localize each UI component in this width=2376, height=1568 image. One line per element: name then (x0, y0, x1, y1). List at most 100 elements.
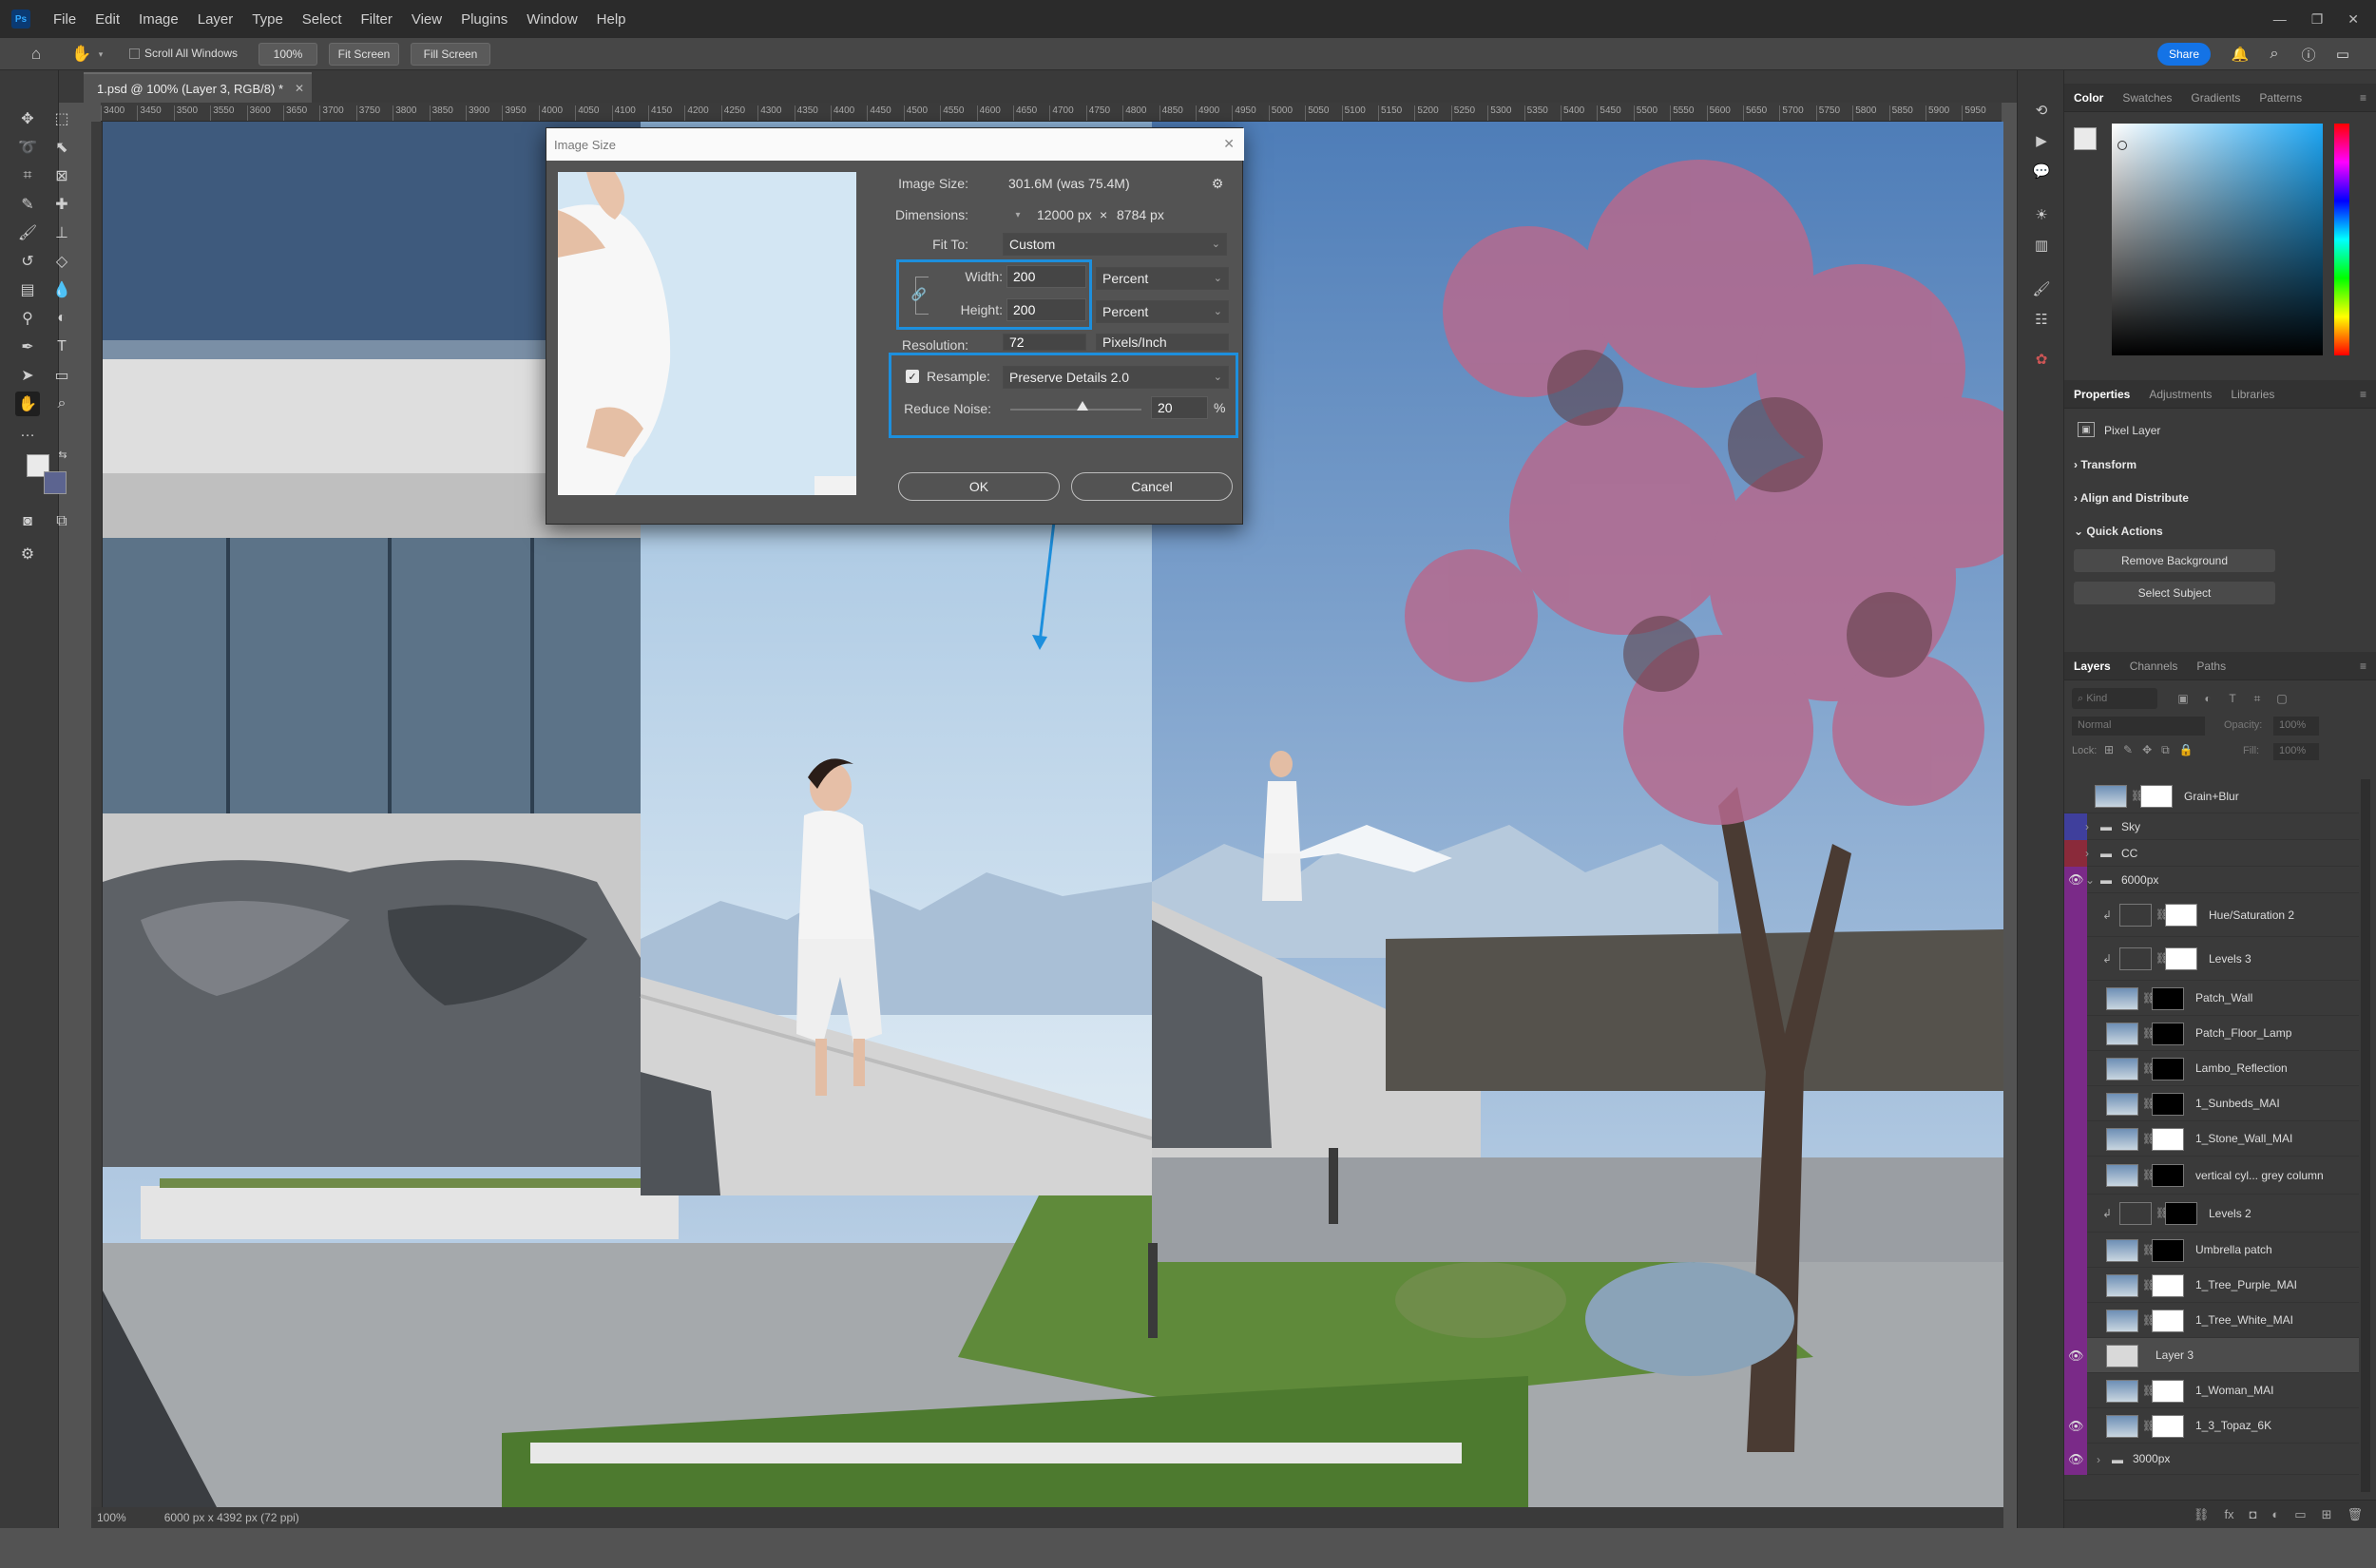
layer-row[interactable]: ⛓ 1_Tree_Purple_MAI (2064, 1268, 2359, 1303)
gradient-tool-icon[interactable]: ▤ (15, 277, 40, 302)
visibility-toggle[interactable] (2068, 1384, 2083, 1399)
tab-adjustments[interactable]: Adjustments (2139, 388, 2221, 401)
fit-screen-button[interactable]: Fit Screen (329, 43, 399, 66)
mask-link-icon[interactable]: ⛓ (2156, 952, 2169, 965)
mask-link-icon[interactable]: ⛓ (2142, 1314, 2156, 1327)
mask-link-icon[interactable]: ⛓ (2156, 1207, 2169, 1219)
layer-mask-thumbnail[interactable] (2165, 1202, 2197, 1225)
menu-plugins[interactable]: Plugins (451, 11, 517, 28)
layer-row[interactable]: ⛓ Grain+Blur (2064, 779, 2359, 813)
histogram-panel-icon[interactable]: ▥ (2030, 234, 2053, 257)
visibility-toggle[interactable] (2068, 1097, 2083, 1112)
quick-actions-section[interactable]: ⌄ Quick Actions (2074, 525, 2163, 538)
group-collapsed-chevron-icon[interactable]: › (2085, 847, 2089, 860)
maximize-icon[interactable]: ❐ (2311, 11, 2324, 28)
ok-button[interactable]: OK (898, 472, 1060, 501)
pen-tool-icon[interactable]: ✒ (15, 335, 40, 359)
more-tools-icon[interactable]: … (15, 420, 40, 445)
layer-thumbnail[interactable] (2106, 1273, 2138, 1297)
screen-mode-icon[interactable]: ⧉ (49, 509, 74, 534)
layer-row[interactable]: ⛓ vertical cyl... grey column (2064, 1157, 2359, 1195)
background-color-swatch[interactable] (44, 471, 67, 494)
reduce-noise-slider-thumb[interactable] (1076, 401, 1088, 411)
brush-settings-icon[interactable]: 🖌 (2030, 277, 2053, 300)
frame-tool-icon[interactable]: ⊠ (49, 163, 74, 188)
hand-tool-icon[interactable]: ✋ (70, 44, 93, 65)
settings-gear-icon[interactable]: ⚙ (1208, 174, 1227, 193)
visibility-eye-icon[interactable]: 👁 (2068, 1419, 2084, 1434)
mask-link-icon[interactable]: ⛓ (2131, 790, 2144, 802)
mask-link-icon[interactable]: ⛓ (2142, 1027, 2156, 1040)
menu-file[interactable]: File (44, 11, 86, 28)
menu-type[interactable]: Type (242, 11, 293, 28)
adjustment-layer-icon[interactable] (2119, 904, 2152, 927)
layer-thumbnail[interactable] (2106, 1022, 2138, 1045)
zoom-tool-icon[interactable]: ⌕ (49, 392, 74, 416)
type-tool-icon[interactable]: T (49, 335, 74, 359)
mask-link-icon[interactable]: ⛓ (2142, 1420, 2156, 1432)
close-window-icon[interactable]: ✕ (2347, 11, 2359, 28)
dialog-close-icon[interactable]: ✕ (1223, 136, 1235, 152)
fit-to-select[interactable]: Custom ⌄ (1003, 233, 1227, 256)
visibility-toggle[interactable] (2068, 908, 2083, 923)
visibility-toggle[interactable] (2068, 1132, 2083, 1147)
layer-mask-thumbnail[interactable] (2152, 1273, 2184, 1297)
layers-scrollbar[interactable] (2361, 779, 2370, 1492)
layer-row[interactable]: 👁 › ▬ 3000px (2064, 1444, 2359, 1475)
visibility-toggle[interactable] (2068, 991, 2083, 1006)
filter-shape-icon[interactable]: ⌗ (2249, 690, 2266, 707)
color-picker-field[interactable] (2112, 124, 2323, 355)
eraser-tool-icon[interactable]: ◇ (49, 249, 74, 274)
visibility-eye-icon[interactable]: 👁 (2068, 1452, 2084, 1467)
menu-image[interactable]: Image (129, 11, 188, 28)
layer-mask-thumbnail[interactable] (2152, 1127, 2184, 1151)
resolution-unit-select[interactable]: Pixels/Inch (1096, 334, 1229, 351)
document-tab[interactable]: 1.psd @ 100% (Layer 3, RGB/8) * ✕ (84, 72, 312, 103)
layer-row[interactable]: ⛓ 1_Tree_White_MAI (2064, 1303, 2359, 1338)
layer-mask-thumbnail[interactable] (2165, 947, 2197, 970)
layers-menu-icon[interactable]: ≡ (2350, 660, 2376, 673)
delete-layer-icon[interactable]: 🗑 (2347, 1507, 2363, 1522)
layer-row[interactable]: ⛓ 1_Stone_Wall_MAI (2064, 1121, 2359, 1157)
layer-row[interactable]: ↲ ⛓ Levels 3 (2064, 937, 2359, 981)
home-icon[interactable]: ⌂ (25, 44, 48, 65)
actions-panel-icon[interactable]: ▶ (2030, 129, 2053, 152)
color-panel-menu-icon[interactable]: ≡ (2350, 91, 2376, 105)
layer-filter-kind[interactable]: ⌕ Kind (2072, 688, 2157, 709)
mask-link-icon[interactable]: ⛓ (2142, 1385, 2156, 1397)
color-fg-swatch[interactable] (2074, 127, 2097, 150)
lasso-tool-icon[interactable]: ➰ (15, 135, 40, 160)
menu-window[interactable]: Window (517, 11, 586, 28)
mask-link-icon[interactable]: ⛓ (2142, 1244, 2156, 1256)
layer-row[interactable]: › ▬ CC (2064, 840, 2359, 867)
layer-mask-thumbnail[interactable] (2152, 986, 2184, 1010)
layer-mask-thumbnail[interactable] (2152, 1238, 2184, 1262)
filter-adjustment-icon[interactable]: ◐ (2199, 690, 2216, 707)
layer-thumbnail[interactable] (2106, 1379, 2138, 1403)
color-picker-cursor[interactable] (2117, 141, 2127, 150)
opacity-input[interactable]: 100% (2273, 717, 2319, 736)
tab-layers[interactable]: Layers (2064, 660, 2120, 673)
fill-screen-button[interactable]: Fill Screen (411, 43, 490, 66)
quick-mask-icon[interactable]: ◙ (15, 509, 40, 534)
visibility-toggle[interactable] (2068, 1313, 2083, 1329)
layer-row[interactable]: ↲ ⛓ Hue/Saturation 2 (2064, 893, 2359, 937)
layer-row[interactable]: ⛓ Patch_Wall (2064, 981, 2359, 1016)
marquee-tool-icon[interactable]: ⬚ (49, 106, 74, 131)
filter-type-icon[interactable]: T (2224, 690, 2241, 707)
group-expanded-chevron-icon[interactable]: ⌄ (2085, 873, 2095, 887)
menu-filter[interactable]: Filter (352, 11, 402, 28)
dodge-tool-icon[interactable]: ⚲ (15, 306, 40, 331)
notifications-bell-icon[interactable]: 🔔 (2230, 44, 2251, 65)
layer-mask-thumbnail[interactable] (2152, 1022, 2184, 1045)
properties-menu-icon[interactable]: ≡ (2350, 388, 2376, 401)
layer-thumbnail[interactable] (2106, 1238, 2138, 1262)
layer-row[interactable]: ⛓ 1_Woman_MAI (2064, 1373, 2359, 1408)
menu-edit[interactable]: Edit (86, 11, 129, 28)
visibility-eye-icon[interactable]: 👁 (2068, 1348, 2084, 1364)
sponge-tool-icon[interactable]: ◐ (49, 306, 74, 331)
resample-method-select[interactable]: Preserve Details 2.0 ⌄ (1003, 366, 1229, 389)
tab-swatches[interactable]: Swatches (2113, 91, 2181, 105)
visibility-toggle[interactable] (2068, 819, 2083, 834)
layer-thumbnail[interactable] (2106, 986, 2138, 1010)
